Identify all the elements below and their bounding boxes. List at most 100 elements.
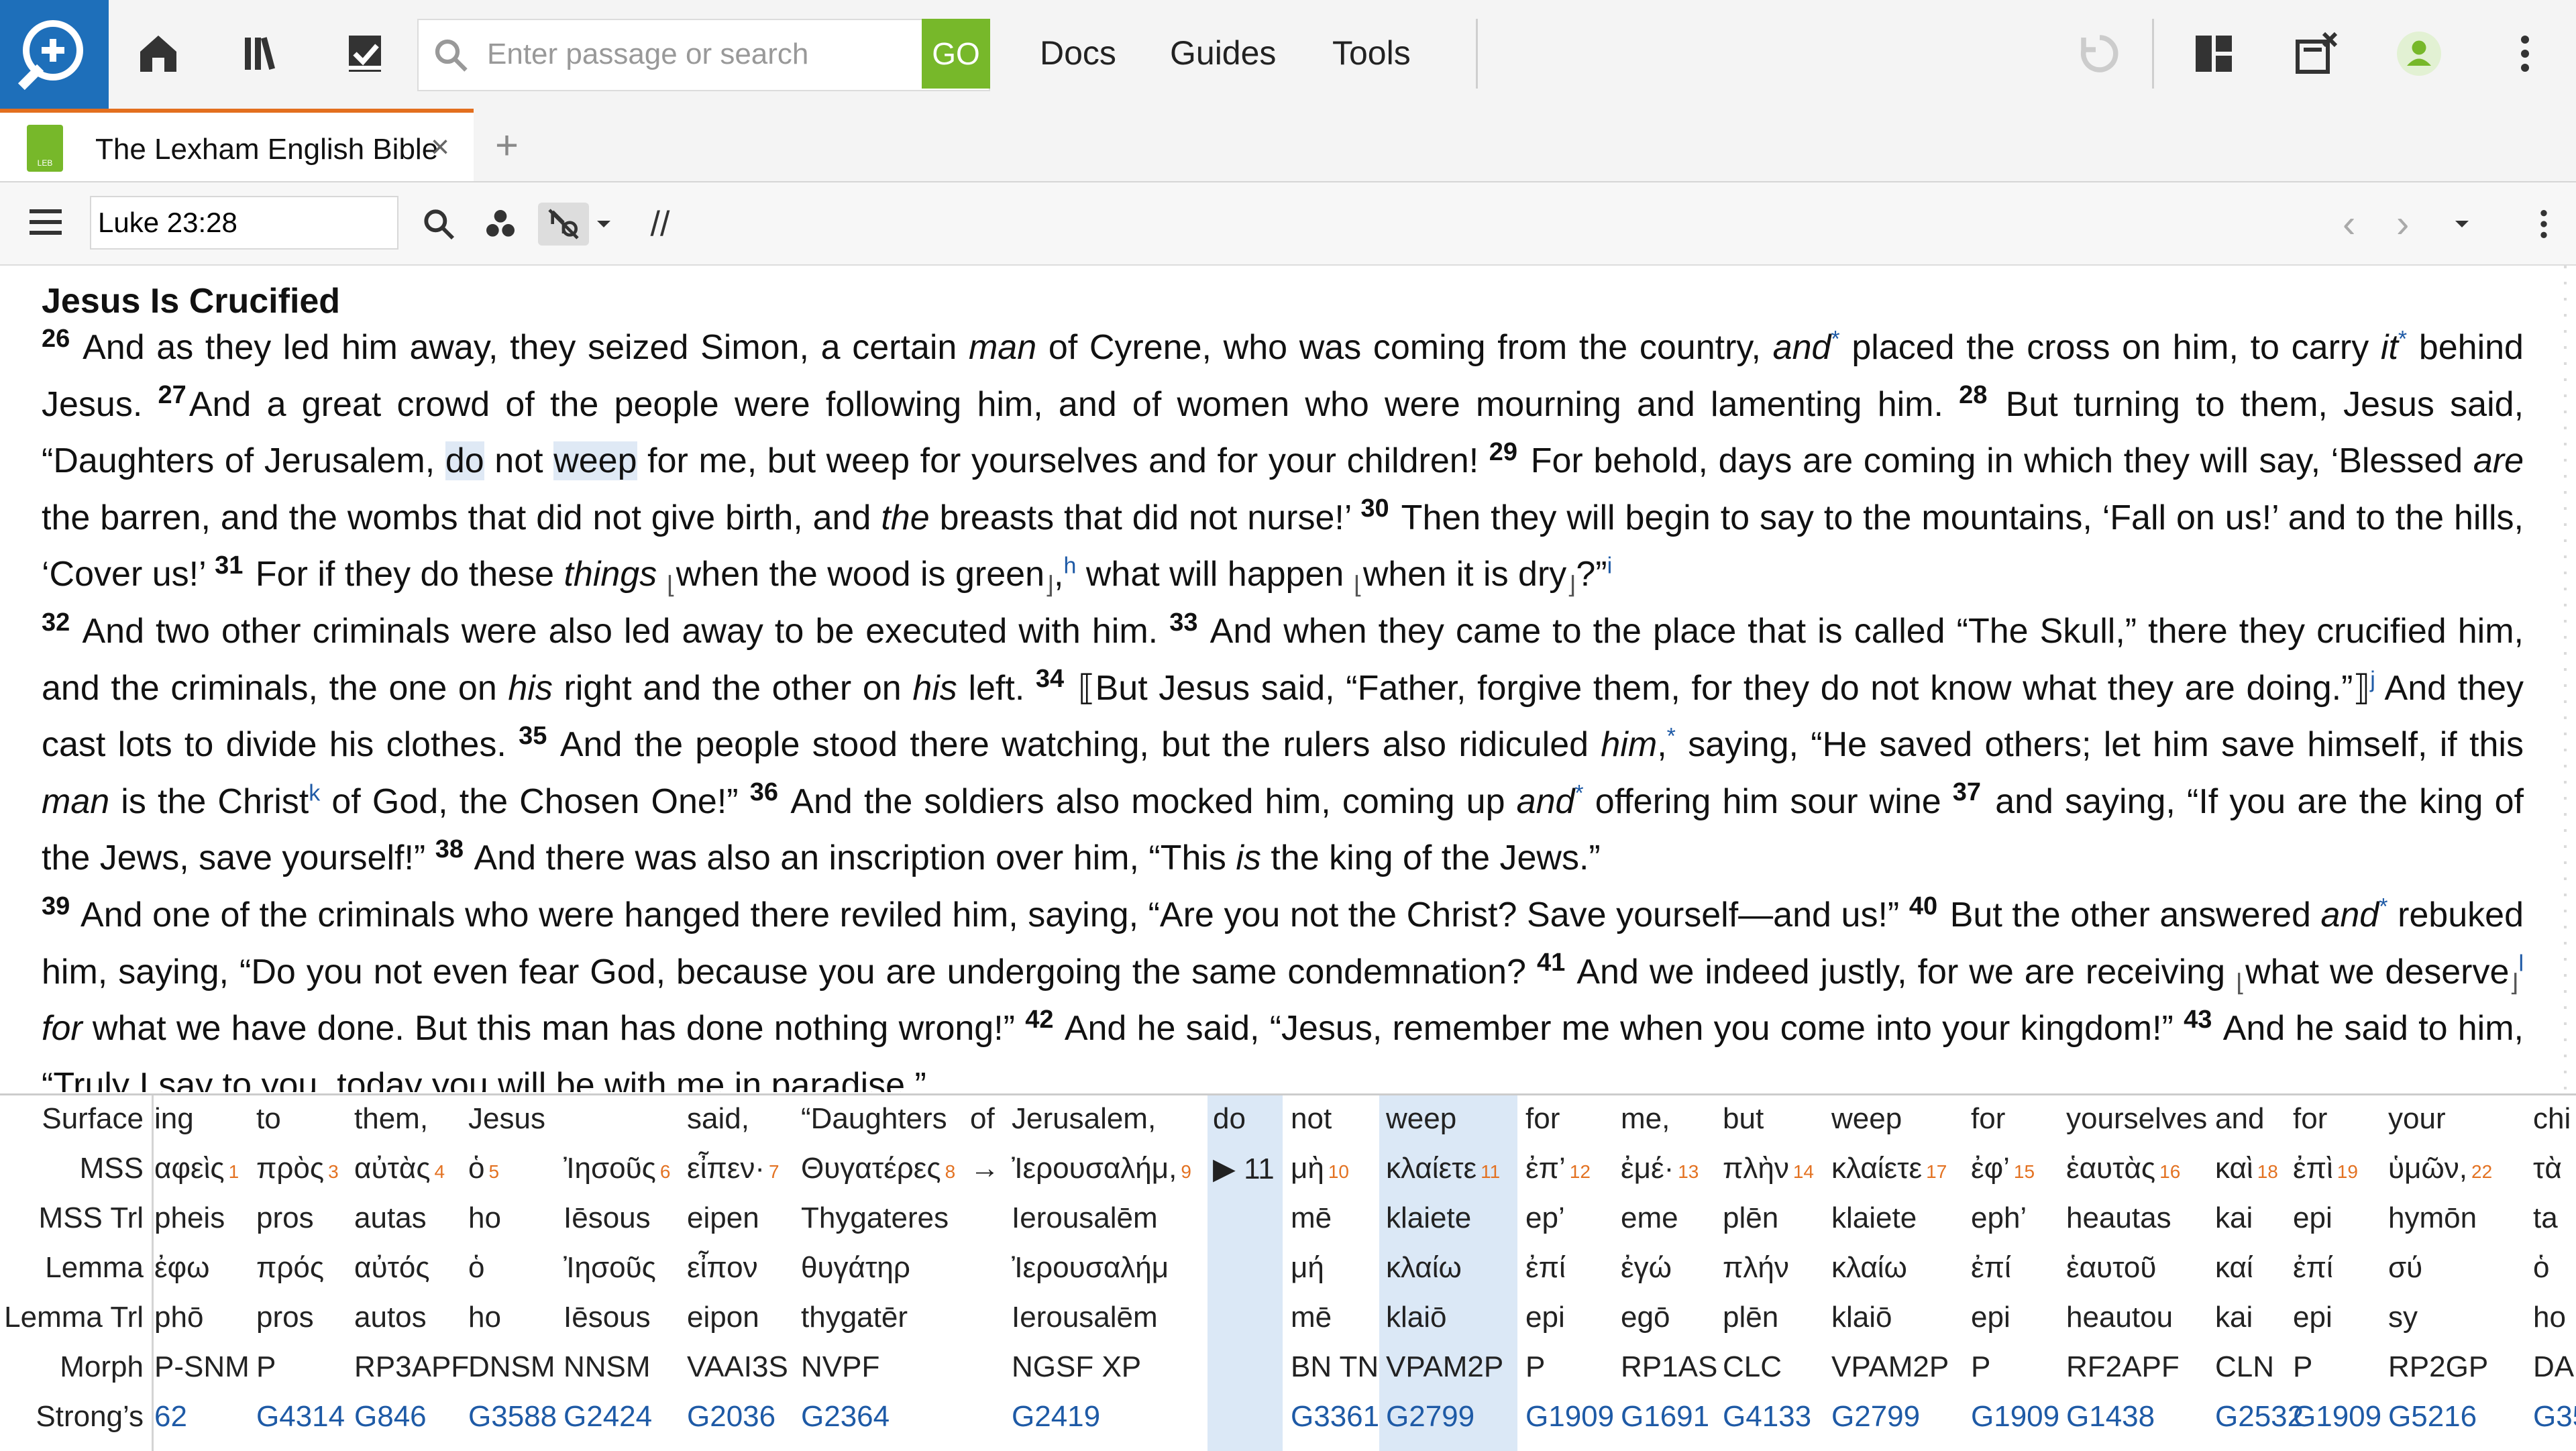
go-button[interactable]: GO (922, 19, 990, 89)
strongs-link[interactable]: 62 (154, 1400, 187, 1434)
more-menu-icon[interactable] (2498, 27, 2552, 80)
paragraph-3: 39 And one of the criminals who were han… (42, 892, 2524, 1092)
search-input[interactable] (486, 20, 918, 89)
menu-docs[interactable]: Docs (1040, 34, 1116, 72)
search-icon-panel[interactable] (417, 203, 460, 246)
interlinear-toggle-icon[interactable] (538, 203, 589, 246)
strongs-link[interactable]: G1438 (2066, 1400, 2155, 1434)
interlinear-cell: P (1525, 1350, 1546, 1383)
interlinear-cell: πλὴν 14 (1723, 1152, 1814, 1185)
word-order-index: 10 (1328, 1161, 1349, 1182)
interlinear-cell: eph’ (1971, 1201, 2027, 1234)
parallel-resources-button[interactable]: // (639, 203, 682, 246)
layouts-icon[interactable] (2187, 27, 2241, 80)
visual-filter-icon[interactable] (479, 203, 522, 246)
interlinear-cell: ἐπί (2293, 1251, 2333, 1284)
interlinear-cell: πρός (256, 1251, 325, 1284)
logos-home-logo[interactable] (0, 0, 109, 109)
interlinear-cell: weep (1831, 1102, 1902, 1135)
strongs-link[interactable]: G846 (354, 1400, 427, 1434)
strongs-link[interactable]: G2036 (687, 1400, 775, 1434)
strongs-link[interactable]: G1909 (2293, 1400, 2381, 1434)
strongs-link[interactable]: G1691 (1621, 1400, 1709, 1434)
menu-tools[interactable]: Tools (1332, 34, 1411, 72)
interlinear-cell: sy (2388, 1301, 2418, 1334)
strongs-link[interactable]: G2799 (1386, 1400, 1474, 1434)
interlinear-cell: plēn (1723, 1301, 1779, 1334)
interlinear-cell: ἑαυτὰς 16 (2066, 1152, 2181, 1185)
interlinear-cell: ta (2533, 1201, 2558, 1234)
strongs-link[interactable]: G2799 (1831, 1400, 1920, 1434)
interlinear-cell: ho (2533, 1301, 2566, 1334)
reading-plan-icon[interactable] (338, 27, 392, 80)
menu-guides[interactable]: Guides (1170, 34, 1276, 72)
interlinear-cell: RP3APF (354, 1350, 470, 1383)
interlinear-cell: ho (468, 1301, 501, 1334)
account-icon[interactable] (2392, 27, 2446, 80)
close-tab-icon[interactable]: × (431, 129, 449, 166)
sync-icon[interactable] (2073, 27, 2127, 80)
interlinear-cell: not (1291, 1102, 1332, 1135)
strongs-link[interactable]: G2424 (564, 1400, 652, 1434)
tab-title: The Lexham English Bible (95, 133, 439, 166)
word-order-index: 9 (1181, 1161, 1191, 1182)
bible-text-pane[interactable]: Jesus Is Crucified 26 And as they led hi… (0, 266, 2576, 1092)
interlinear-cell: for (1971, 1102, 2006, 1135)
interlinear-cell: eipen (687, 1201, 759, 1234)
interlinear-cell: RF2APF (2066, 1350, 2180, 1383)
strongs-link[interactable]: G2364 (801, 1400, 890, 1434)
back-arrow-icon[interactable]: ‹ (2343, 201, 2355, 246)
interlinear-cell: mē (1291, 1301, 1332, 1334)
strongs-link[interactable]: G3588 (468, 1400, 557, 1434)
strongs-link[interactable]: G2532 (2215, 1400, 2304, 1434)
interlinear-cell: ὁ5 (468, 1152, 500, 1185)
panel-menu-icon[interactable] (30, 209, 62, 236)
strongs-link[interactable]: G4314 (256, 1400, 345, 1434)
interlinear-cell: ho (468, 1201, 501, 1234)
interlinear-cell: Jerusalem, (1012, 1102, 1157, 1135)
interlinear-cell: ▶ 11 (1213, 1152, 1275, 1185)
word-order-index: 14 (1792, 1161, 1814, 1182)
interlinear-cell: plēn (1723, 1201, 1779, 1234)
interlinear-cell: of (970, 1102, 995, 1135)
chevron-down-icon[interactable] (590, 203, 617, 246)
library-icon[interactable] (236, 27, 290, 80)
interlinear-cell: heautou (2066, 1301, 2174, 1334)
interlinear-cell: BN TN (1291, 1350, 1379, 1383)
interlinear-cell: eipon (687, 1301, 759, 1334)
strongs-link[interactable]: G4133 (1723, 1400, 1811, 1434)
strongs-link[interactable]: G1909 (1971, 1400, 2059, 1434)
new-tab-button[interactable]: + (495, 122, 519, 168)
panel-more-icon[interactable] (2522, 203, 2565, 246)
strongs-link[interactable]: G35 (2533, 1400, 2576, 1434)
row-label: Surface (42, 1102, 144, 1135)
home-icon[interactable] (131, 27, 185, 80)
interlinear-cell: “Daughters (801, 1102, 947, 1135)
strongs-link[interactable]: G5216 (2388, 1400, 2477, 1434)
tab-lexham-english-bible[interactable]: LEB The Lexham English Bible × (0, 109, 474, 181)
interlinear-cell: VPAM2P (1831, 1350, 1949, 1383)
interlinear-cell: yourselves (2066, 1102, 2208, 1135)
interlinear-cell: P (2293, 1350, 2313, 1383)
word-order-index: 12 (1569, 1161, 1591, 1182)
strongs-link[interactable]: G3361 (1291, 1400, 1379, 1434)
interlinear-cell: μή (1291, 1251, 1324, 1284)
interlinear-cell: εἶπον (687, 1251, 758, 1284)
search-box[interactable]: GO (417, 19, 990, 91)
interlinear-cell: ἑαυτοῦ (2066, 1251, 2157, 1284)
interlinear-cell: DNSM (468, 1350, 555, 1383)
interlinear-cell: chi (2533, 1102, 2571, 1135)
interlinear-cell: DA (2533, 1350, 2575, 1383)
interlinear-pane[interactable]: Surface ing to them, Jesus said, “Daughters of J… (0, 1093, 2576, 1451)
interlinear-row-mss-trl: MSS Trl pheis pros autas ho Iēsous eipen Thygat… (0, 1201, 2576, 1251)
vertical-scrollbar[interactable] (2564, 266, 2567, 1092)
close-panels-icon[interactable] (2289, 27, 2343, 80)
interlinear-cell: σύ (2388, 1251, 2423, 1284)
strongs-link[interactable]: G2419 (1012, 1400, 1100, 1434)
interlinear-cell: NVPF (801, 1350, 880, 1383)
strongs-link[interactable]: G1909 (1525, 1400, 1614, 1434)
reference-input[interactable] (90, 196, 398, 250)
interlinear-cell: κλαίετε 11 (1386, 1152, 1501, 1185)
history-dropdown-icon[interactable] (2449, 203, 2475, 246)
forward-arrow-icon[interactable]: › (2396, 201, 2409, 246)
